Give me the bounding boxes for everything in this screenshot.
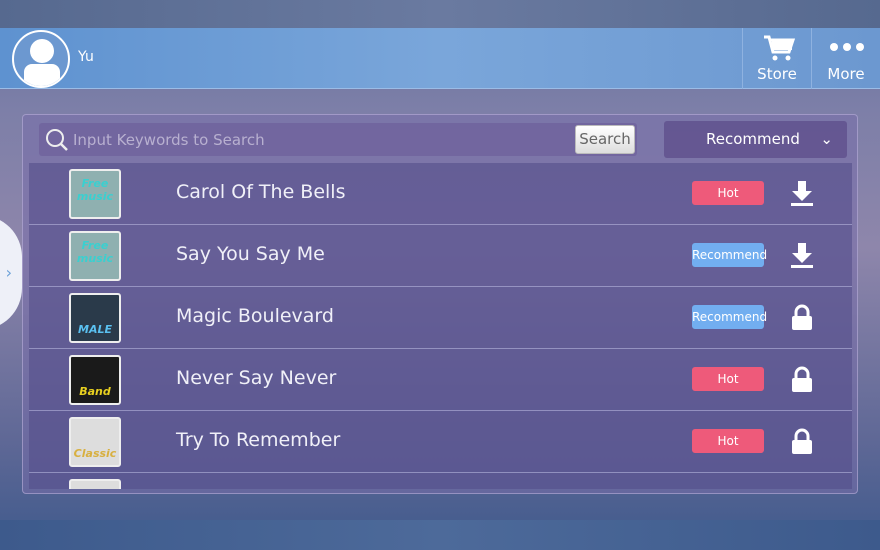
album-cover: MALE bbox=[69, 293, 121, 343]
lock-icon bbox=[789, 303, 815, 331]
status-strip bbox=[0, 0, 880, 28]
song-title: Say You Say Me bbox=[176, 243, 325, 265]
search-icon bbox=[46, 129, 68, 151]
sort-selected: Recommend bbox=[706, 130, 800, 148]
store-label: Store bbox=[757, 65, 797, 83]
song-row[interactable]: Classic Try To Remember Hot bbox=[29, 411, 852, 473]
hot-badge: Hot bbox=[692, 181, 764, 205]
song-row[interactable]: Free music Say You Say Me Recommend bbox=[29, 225, 852, 287]
album-cover: Classic bbox=[69, 417, 121, 467]
song-row[interactable]: Free music Carol Of The Bells Hot bbox=[29, 163, 852, 225]
song-title: Try To Remember bbox=[176, 429, 341, 451]
hot-badge: Hot bbox=[692, 367, 764, 391]
more-icon bbox=[830, 43, 864, 51]
search-bar: Search bbox=[39, 123, 637, 156]
more-label: More bbox=[827, 65, 865, 83]
lock-icon bbox=[789, 427, 815, 455]
avatar[interactable] bbox=[12, 30, 70, 88]
search-input[interactable] bbox=[73, 123, 563, 156]
download-icon[interactable] bbox=[789, 179, 815, 207]
recommend-badge: Recommend bbox=[692, 243, 767, 267]
album-cover: Free music bbox=[69, 231, 121, 281]
song-row[interactable]: Band Never Say Never Hot bbox=[29, 349, 852, 411]
bottom-bar bbox=[0, 520, 880, 550]
header: Yu Store More bbox=[0, 28, 880, 89]
chevron-right-icon: › bbox=[5, 263, 12, 282]
store-button[interactable]: Store bbox=[742, 28, 811, 89]
download-icon[interactable] bbox=[789, 241, 815, 269]
username: Yu bbox=[78, 49, 94, 65]
song-row-partial[interactable] bbox=[29, 473, 852, 489]
album-cover: Band bbox=[69, 355, 121, 405]
song-list[interactable]: Free music Carol Of The Bells Hot Free m… bbox=[29, 163, 852, 489]
song-title: Never Say Never bbox=[176, 367, 337, 389]
more-button[interactable]: More bbox=[811, 28, 880, 89]
song-row[interactable]: MALE Magic Boulevard Recommend bbox=[29, 287, 852, 349]
hot-badge: Hot bbox=[692, 429, 764, 453]
album-cover bbox=[69, 479, 121, 489]
side-drawer-handle[interactable]: › bbox=[0, 215, 22, 330]
recommend-badge: Recommend bbox=[692, 305, 767, 329]
song-title: Carol Of The Bells bbox=[176, 181, 346, 203]
lock-icon bbox=[789, 365, 815, 393]
song-panel: Search Recommend ⌄ Free music Carol Of T… bbox=[22, 114, 858, 494]
search-button[interactable]: Search bbox=[575, 125, 635, 154]
album-cover: Free music bbox=[69, 169, 121, 219]
sort-dropdown[interactable]: Recommend ⌄ bbox=[664, 121, 847, 158]
cart-icon bbox=[764, 35, 795, 61]
song-title: Magic Boulevard bbox=[176, 305, 334, 327]
chevron-down-icon: ⌄ bbox=[820, 130, 833, 148]
